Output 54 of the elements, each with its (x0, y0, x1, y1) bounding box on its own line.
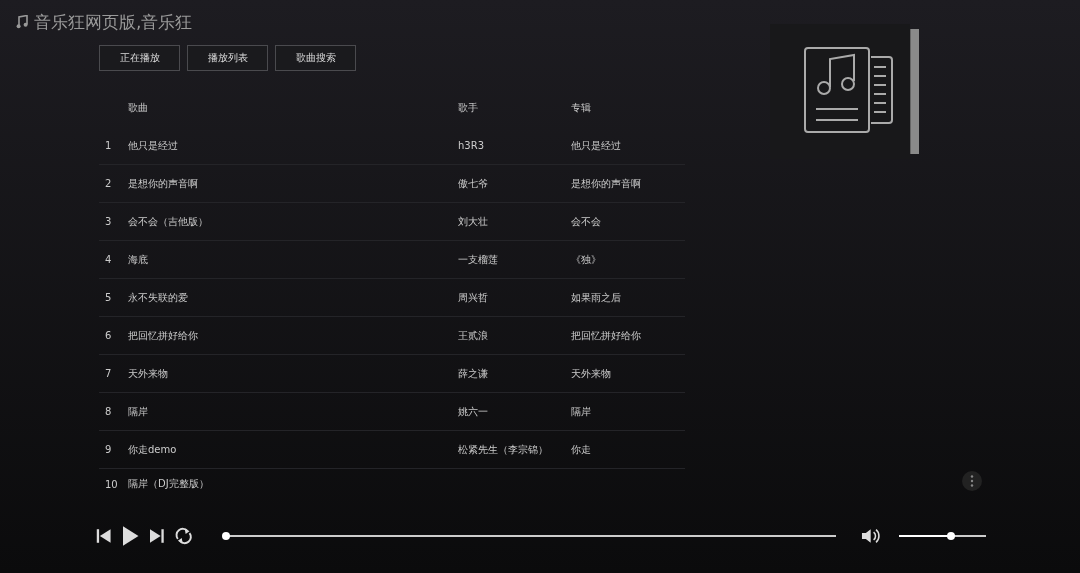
previous-icon[interactable] (96, 528, 112, 544)
column-header: 歌曲 (128, 101, 149, 115)
row-number: 9 (105, 444, 113, 455)
album-name: 隔岸 (571, 404, 592, 419)
song-title[interactable]: 会不会（吉他版） (128, 214, 458, 229)
artist-name: 一支榴莲 (458, 252, 499, 267)
row-number: 10 (105, 478, 119, 490)
row-number: 6 (105, 330, 113, 341)
album-name: 会不会 (571, 214, 602, 229)
album-name: 他只是经过 (571, 138, 622, 153)
row-number: 8 (105, 406, 113, 417)
play-icon[interactable] (121, 525, 139, 547)
slider-thumb[interactable] (947, 532, 956, 540)
artist-name: 刘大壮 (458, 214, 489, 229)
song-title[interactable]: 你走demo (128, 442, 458, 457)
next-icon[interactable] (148, 528, 165, 544)
more-options-icon[interactable] (962, 471, 982, 491)
music-note-icon (16, 15, 28, 29)
song-title[interactable]: 海底 (128, 252, 458, 267)
app-title: 音乐狂网页版,音乐狂 (34, 10, 193, 34)
row-number: 3 (105, 216, 113, 227)
album-name: 把回忆拼好给你 (571, 328, 642, 343)
row-number: 5 (105, 292, 113, 303)
song-title[interactable]: 他只是经过 (128, 138, 458, 153)
song-title[interactable]: 是想你的声音啊 (128, 176, 458, 191)
row-number: 2 (105, 178, 113, 189)
album-name: 如果雨之后 (571, 290, 622, 305)
song-title[interactable]: 永不失联的爱 (128, 290, 458, 305)
song-title[interactable]: 把回忆拼好给你 (128, 328, 458, 343)
volume-icon[interactable] (861, 528, 881, 544)
song-title[interactable]: 天外来物 (128, 366, 458, 381)
tab[interactable]: 歌曲搜索 (275, 45, 356, 71)
slider-thumb[interactable] (221, 532, 230, 540)
tab[interactable]: 播放列表 (187, 45, 268, 71)
row-number: 4 (105, 254, 113, 265)
album-name: 《独》 (571, 252, 602, 267)
row-number: 7 (105, 368, 113, 379)
album-name: 你走 (571, 442, 592, 457)
tab[interactable]: 正在播放 (99, 45, 180, 71)
artist-name: 姚六一 (458, 404, 489, 419)
artist-name: 薛之谦 (458, 366, 489, 381)
column-header: 专辑 (571, 101, 592, 115)
repeat-icon[interactable] (174, 527, 194, 545)
artist-name: 松紧先生（李宗锦） (458, 442, 549, 457)
column-header: 歌手 (458, 101, 479, 115)
song-title[interactable]: 隔岸（DJ完整版） (128, 477, 458, 491)
artist-name: 傲七爷 (458, 176, 489, 191)
album-name: 天外来物 (571, 366, 612, 381)
row-number: 1 (105, 140, 113, 151)
song-title[interactable]: 隔岸 (128, 404, 458, 419)
album-name: 是想你的声音啊 (571, 176, 642, 191)
artist-name: 王贰浪 (458, 328, 489, 343)
artist-name: 周兴哲 (458, 290, 489, 305)
artist-name: h3R3 (458, 140, 485, 151)
